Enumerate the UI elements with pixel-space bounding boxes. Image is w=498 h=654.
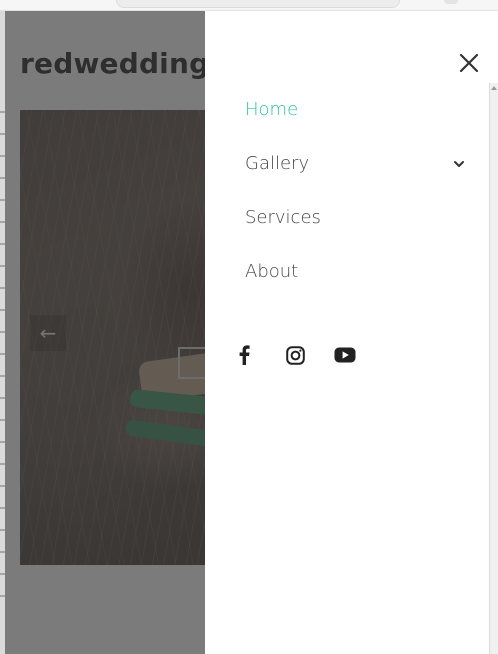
youtube-link[interactable] bbox=[334, 344, 382, 366]
nav-item-gallery[interactable]: Gallery bbox=[245, 145, 465, 199]
address-bar[interactable] bbox=[116, 0, 400, 8]
chevron-down-icon[interactable] bbox=[453, 158, 465, 170]
browser-top-bar bbox=[0, 0, 498, 11]
close-button[interactable] bbox=[455, 49, 483, 77]
facebook-link[interactable] bbox=[238, 344, 286, 366]
nav-item-label: About bbox=[245, 261, 299, 282]
modal-backdrop[interactable] bbox=[5, 11, 205, 654]
browser-viewport: redwedding ← Home bbox=[0, 0, 498, 654]
nav-item-label: Services bbox=[245, 207, 321, 228]
nav-menu: Home Gallery Services About bbox=[245, 91, 465, 307]
nav-item-label: Home bbox=[245, 99, 299, 120]
side-nav-drawer: Home Gallery Services About bbox=[205, 11, 498, 654]
scroll-up-icon[interactable] bbox=[491, 86, 497, 90]
nav-item-label: Gallery bbox=[245, 153, 310, 174]
toolbar-icon[interactable] bbox=[444, 0, 458, 4]
nav-item-about[interactable]: About bbox=[245, 253, 465, 307]
youtube-icon bbox=[334, 347, 356, 363]
drawer-scrollbar[interactable] bbox=[489, 83, 498, 654]
instagram-link[interactable] bbox=[286, 344, 334, 366]
close-icon bbox=[459, 53, 479, 73]
instagram-icon bbox=[286, 345, 305, 365]
nav-item-home[interactable]: Home bbox=[245, 91, 465, 145]
facebook-icon bbox=[239, 345, 250, 365]
social-links bbox=[238, 344, 382, 366]
nav-item-services[interactable]: Services bbox=[245, 199, 465, 253]
